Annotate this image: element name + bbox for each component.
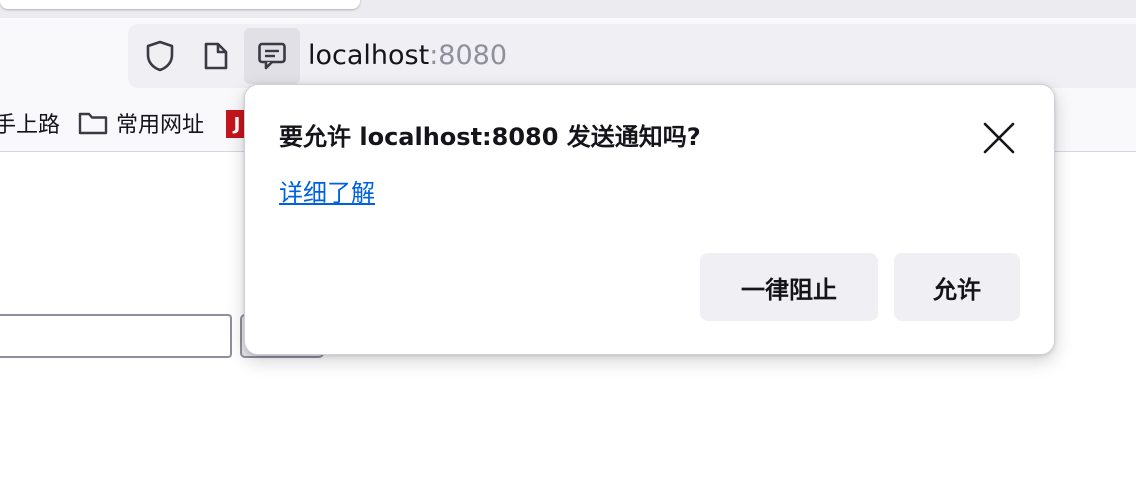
page-text-input[interactable] <box>0 314 232 358</box>
favicon-letter: J <box>233 113 241 135</box>
page-icon[interactable] <box>196 36 236 76</box>
bookmark-getting-started[interactable]: 手上路 <box>0 108 60 138</box>
block-always-button[interactable]: 一律阻止 <box>700 253 878 321</box>
shield-icon[interactable] <box>140 36 180 76</box>
folder-icon <box>78 112 108 135</box>
bookmark-folder-common[interactable]: 常用网址 <box>78 108 204 138</box>
url-bar[interactable]: localhost:8080 <box>128 24 1136 88</box>
close-button[interactable] <box>979 118 1019 158</box>
url-port: :8080 <box>429 40 508 71</box>
url-text[interactable]: localhost:8080 <box>308 40 507 72</box>
notification-permission-popup: 要允许 localhost:8080 发送通知吗? 详细了解 一律阻止 允许 <box>244 84 1055 355</box>
popup-title: 要允许 localhost:8080 发送通知吗? <box>279 123 701 151</box>
allow-button[interactable]: 允许 <box>894 253 1020 321</box>
close-icon <box>983 122 1015 154</box>
bookmark-label: 常用网址 <box>116 113 205 138</box>
bookmark-label: 手上路 <box>0 113 61 138</box>
url-host: localhost <box>308 40 430 71</box>
active-tab[interactable] <box>0 0 360 9</box>
tab-strip <box>0 0 1136 18</box>
learn-more-link[interactable]: 详细了解 <box>279 177 375 209</box>
notification-permission-icon[interactable] <box>244 28 300 84</box>
